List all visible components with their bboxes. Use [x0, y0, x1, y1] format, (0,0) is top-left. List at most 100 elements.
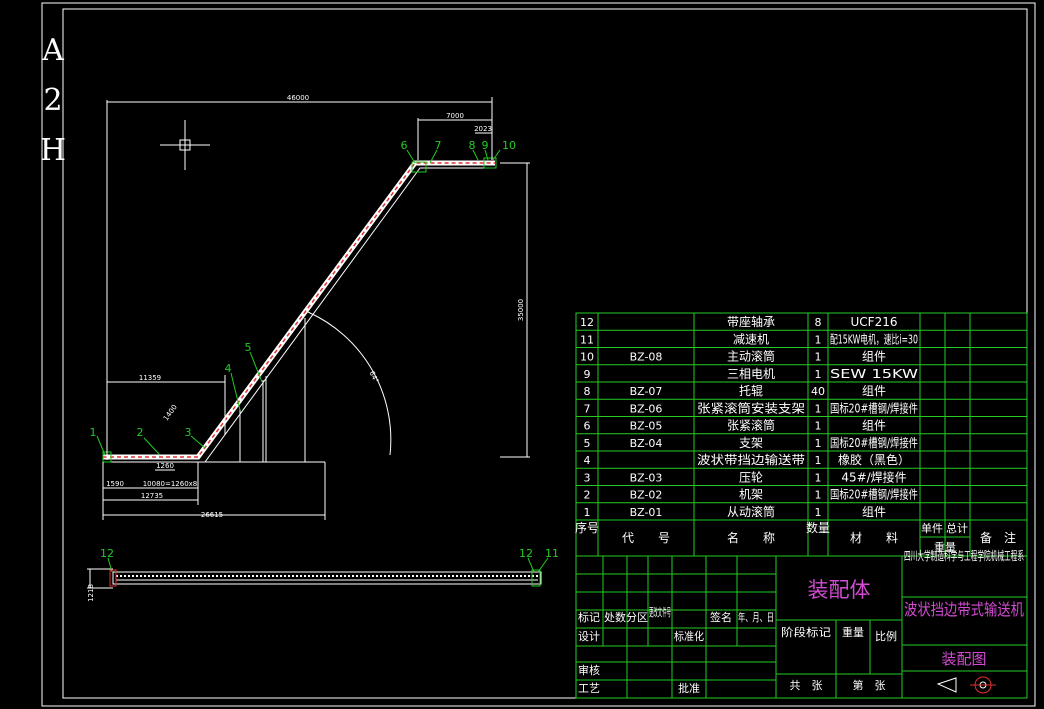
- part-row-no: 3: [584, 471, 591, 484]
- tb-zone: 分区: [626, 611, 648, 624]
- part-row-qty: 1: [815, 368, 822, 381]
- part-row-qty: 1: [815, 402, 822, 415]
- dim-plan-width: 1218: [87, 584, 95, 602]
- table-row: 1 BZ-01 从动滚筒 1 组件: [584, 504, 887, 519]
- tb-marks: 标记: [578, 610, 600, 624]
- part-row-name: 张紧滚筒: [727, 418, 775, 433]
- dim-bottom-b: 10080=1260x8: [143, 480, 198, 488]
- part-row-material: 组件: [862, 505, 886, 519]
- dim-bottom-total: 26615: [201, 511, 223, 519]
- table-row: 4 波状带挡边输送带 1 橡胶（黑色）: [584, 452, 911, 467]
- header-code: 代 号: [622, 531, 670, 545]
- part-row-no: 8: [584, 385, 591, 398]
- part-row-material: 组件: [862, 419, 886, 433]
- side-mark-a: A: [41, 33, 64, 68]
- tb-change-doc: 更改文件号: [649, 605, 671, 619]
- part-row-no: 4: [584, 454, 591, 467]
- dim-pitch: 1260: [156, 462, 174, 470]
- part-row-no: 11: [580, 333, 594, 346]
- dimension-texts: 46000 7000 2023 35000 64° 11359 1400 126…: [87, 94, 525, 602]
- part-row-qty: 1: [815, 420, 822, 433]
- part-row-code: BZ-01: [630, 506, 663, 519]
- table-row: 12 带座轴承 8 UCF216: [580, 314, 897, 329]
- part-row-name: 压轮: [739, 470, 763, 484]
- tb-count: 处数: [604, 611, 626, 624]
- balloon-9: 9: [482, 139, 489, 152]
- header-qty: 数量: [806, 520, 830, 535]
- side-mark-2: 2: [43, 83, 62, 118]
- dim-bottom-c: 12735: [141, 492, 163, 500]
- part-row-material: 45#/焊接件: [841, 469, 906, 484]
- part-row-no: 2: [584, 489, 591, 502]
- tb-std: 标准化: [674, 629, 704, 643]
- tb-approve: 批准: [678, 681, 700, 695]
- balloon-leaders: [96, 149, 501, 456]
- header-no: 序号: [575, 520, 599, 535]
- table-row: 8 BZ-07 托辊 40 组件: [584, 384, 887, 398]
- part-row-code: BZ-05: [630, 420, 663, 433]
- table-row: 7 BZ-06 张紧滚筒安装支架 1 国标20#槽钢/焊接件: [584, 400, 919, 415]
- part-row-no: 10: [580, 351, 594, 364]
- dim-bottom-a: 1590: [106, 480, 124, 488]
- header-name: 名 称: [727, 530, 775, 545]
- part-row-qty: 40: [811, 385, 825, 398]
- part-row-material: SEW 15KW: [830, 367, 918, 381]
- plan-balloon-12-right: 12: [519, 547, 533, 560]
- part-row-qty: 1: [815, 489, 822, 502]
- part-row-material: 国标20#槽钢/焊接件: [830, 487, 918, 502]
- table-row: 2 BZ-02 机架 1 国标20#槽钢/焊接件: [584, 487, 919, 502]
- assembly-label: 装配体: [808, 578, 871, 602]
- part-row-material: 配15KW电机，速比i=30: [830, 332, 918, 346]
- balloon-10: 10: [502, 139, 516, 152]
- tb-review: 审核: [578, 663, 600, 677]
- tb-sign: 签名: [710, 610, 732, 624]
- part-row-qty: 1: [815, 437, 822, 450]
- part-row-code: BZ-03: [630, 471, 663, 484]
- title-block-texts: 装配体 四川大学制造科学与工程学院机械工程系 波状挡边带式输送机 装配图 标记 …: [578, 548, 1024, 695]
- part-row-name: 带座轴承: [727, 314, 775, 329]
- part-row-qty: 1: [815, 333, 822, 346]
- balloon-1: 1: [90, 426, 97, 439]
- tb-weight: 重量: [842, 625, 864, 639]
- part-row-code: BZ-07: [630, 385, 663, 398]
- crosshair-cursor-icon: [160, 120, 210, 170]
- part-row-material: UCF216: [851, 315, 898, 329]
- part-row-material: 橡胶（黑色）: [838, 452, 910, 467]
- balloon-8: 8: [469, 139, 476, 152]
- part-row-qty: 1: [815, 471, 822, 484]
- dim-top-section: 7000: [446, 112, 464, 120]
- side-mark-h: H: [40, 133, 66, 168]
- header-note: 备 注: [980, 530, 1016, 545]
- dim-total-length: 46000: [287, 94, 309, 102]
- tb-date: 年、月、日: [738, 610, 774, 624]
- dim-slope-seg: 1400: [162, 403, 179, 422]
- drawing-title: 波状挡边带式输送机: [904, 600, 1024, 619]
- part-row-material: 国标20#槽钢/焊接件: [830, 400, 918, 415]
- tb-total-sheets: 共 张: [790, 679, 823, 692]
- tb-design: 设计: [578, 630, 600, 643]
- part-row-name: 减速机: [733, 332, 769, 346]
- part-row-material: 组件: [862, 384, 886, 398]
- header-total-weight: 总计: [946, 521, 968, 535]
- part-row-code: BZ-06: [630, 402, 663, 415]
- part-row-material: 组件: [862, 350, 886, 364]
- balloon-2: 2: [137, 426, 144, 439]
- part-row-name: 主动滚筒: [727, 349, 775, 364]
- balloon-6: 6: [401, 139, 408, 152]
- balloon-5: 5: [245, 341, 252, 354]
- part-row-no: 12: [580, 316, 594, 329]
- table-row: 5 BZ-04 支架 1 国标20#槽钢/焊接件: [584, 435, 919, 450]
- part-row-qty: 1: [815, 506, 822, 519]
- part-row-no: 9: [584, 368, 591, 381]
- balloon-3: 3: [185, 426, 192, 439]
- plan-balloon-12-left: 12: [100, 547, 114, 560]
- table-row: 11 减速机 1 配15KW电机，速比i=30: [580, 332, 918, 346]
- tb-sheet-no: 第 张: [853, 678, 886, 692]
- conveyor-plan-view: [87, 557, 549, 589]
- part-row-name: 波状带挡边输送带: [697, 452, 805, 467]
- part-row-material: 国标20#槽钢/焊接件: [830, 435, 918, 450]
- part-row-name: 从动滚筒: [727, 504, 775, 519]
- part-row-no: 6: [584, 420, 591, 433]
- outer-border: [41, 2, 1036, 707]
- institution: 四川大学制造科学与工程学院机械工程系: [904, 548, 1024, 563]
